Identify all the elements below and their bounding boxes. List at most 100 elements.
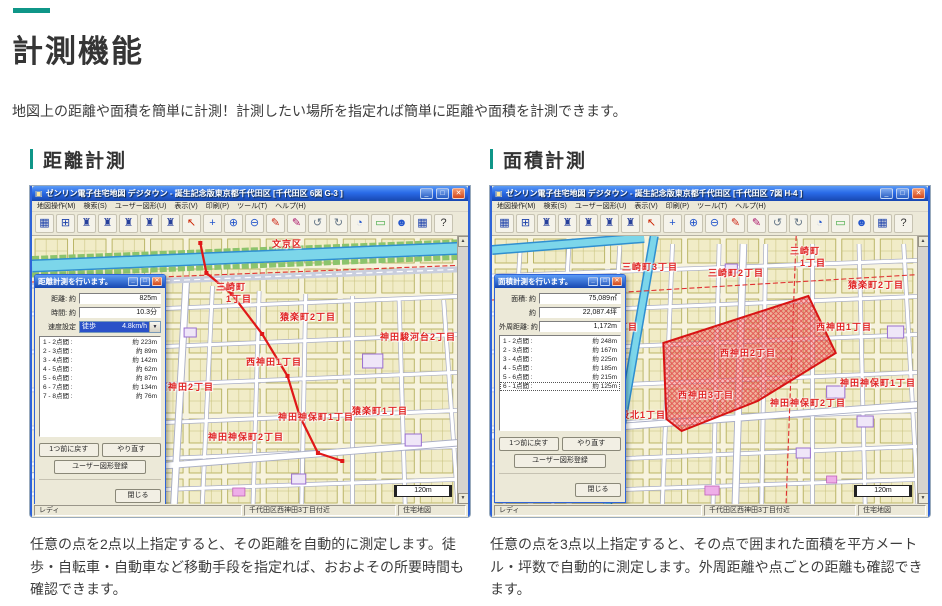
toolbar-icon[interactable]: ♜ (537, 214, 556, 233)
segment-row[interactable]: 5 - 6点間 : 約 215m (500, 373, 620, 382)
toolbar-icon[interactable]: ✎ (266, 214, 285, 233)
toolbar-icon[interactable]: ▦ (873, 214, 892, 233)
toolbar-icon[interactable]: ⊞ (56, 214, 75, 233)
undo-button[interactable]: 1つ前に戻す (39, 443, 99, 457)
vertical-scrollbar[interactable]: ▲ ▼ (457, 236, 468, 504)
toolbar-icon[interactable]: ✎ (747, 214, 766, 233)
toolbar-icon[interactable]: ↻ (789, 214, 808, 233)
dialog-titlebar[interactable]: 面積計測を行います。 _ □ ✕ (495, 275, 625, 288)
dialog-titlebar[interactable]: 距離計測を行います。 _ □ ✕ (35, 275, 165, 288)
dialog-minimize-button[interactable]: _ (128, 277, 138, 286)
minimize-button[interactable]: _ (420, 188, 433, 199)
dialog-close-button[interactable]: 閉じる (115, 489, 161, 503)
dialog-close-icon[interactable]: ✕ (612, 277, 622, 286)
segment-row[interactable]: 1 - 2点間 : 約 248m (500, 337, 620, 346)
menu-item[interactable]: 地図操作(M) (497, 201, 536, 211)
segment-row[interactable]: 5 - 6点間 : 約 87m (40, 374, 160, 383)
redo-button[interactable]: やり直す (102, 443, 162, 457)
scroll-up-icon[interactable]: ▲ (918, 236, 929, 247)
segment-row[interactable]: 3 - 4点間 : 約 142m (40, 356, 160, 365)
segment-row[interactable]: 6 - 1点間 : 約 125m (500, 382, 620, 391)
toolbar-icon[interactable]: ↻ (329, 214, 348, 233)
toolbar-icon[interactable]: ✎ (726, 214, 745, 233)
menu-item[interactable]: 地図操作(M) (37, 201, 76, 211)
toolbar-icon[interactable]: ✎ (287, 214, 306, 233)
dialog-maximize-button[interactable]: □ (140, 277, 150, 286)
segment-row[interactable]: 2 - 3点間 : 約 89m (40, 347, 160, 356)
toolbar-icon[interactable]: ☻ (852, 214, 871, 233)
toolbar-icon[interactable]: ♜ (140, 214, 159, 233)
scroll-up-icon[interactable]: ▲ (458, 236, 469, 247)
minimize-button[interactable]: _ (880, 188, 893, 199)
segment-list[interactable]: 1 - 2点間 : 約 248m 2 - 3点間 : 約 167m (499, 335, 621, 431)
dialog-maximize-button[interactable]: □ (600, 277, 610, 286)
register-figure-button[interactable]: ユーザー図形登録 (514, 454, 606, 468)
toolbar-icon[interactable]: ▭ (831, 214, 850, 233)
segment-row[interactable]: 2 - 3点間 : 約 167m (500, 346, 620, 355)
toolbar-icon[interactable]: ↖ (182, 214, 201, 233)
segment-row[interactable]: 4 - 5点間 : 約 62m (40, 365, 160, 374)
toolbar-icon[interactable]: ▦ (413, 214, 432, 233)
maximize-button[interactable]: □ (896, 188, 909, 199)
close-button[interactable]: ✕ (452, 188, 465, 199)
toolbar-icon[interactable]: + (203, 214, 222, 233)
menu-item[interactable]: ユーザー図形(U) (115, 201, 167, 211)
toolbar-icon[interactable]: ⊖ (245, 214, 264, 233)
menu-item[interactable]: ヘルプ(H) (735, 201, 766, 211)
toolbar-icon[interactable]: ♜ (621, 214, 640, 233)
toolbar-icon[interactable]: ↖ (642, 214, 661, 233)
menu-item[interactable]: 表示(V) (174, 201, 197, 211)
segment-row[interactable]: 6 - 7点間 : 約 134m (40, 383, 160, 392)
toolbar-icon[interactable]: ◔ (810, 214, 829, 233)
toolbar-icon[interactable]: ☻ (392, 214, 411, 233)
speed-select[interactable]: 徒歩 4.8km/h ▼ (79, 321, 161, 333)
close-button[interactable]: ✕ (912, 188, 925, 199)
toolbar-icon[interactable]: ♜ (119, 214, 138, 233)
dialog-close-button[interactable]: 閉じる (575, 483, 621, 497)
menu-item[interactable]: 検索(S) (544, 201, 567, 211)
segment-row[interactable]: 4 - 5点間 : 約 185m (500, 364, 620, 373)
segment-row[interactable]: 1 - 2点間 : 約 223m (40, 338, 160, 347)
scroll-down-icon[interactable]: ▼ (458, 493, 469, 504)
toolbar-icon[interactable]: ♜ (161, 214, 180, 233)
toolbar-icon[interactable]: ♜ (558, 214, 577, 233)
toolbar-icon[interactable]: ♜ (77, 214, 96, 233)
vertical-scrollbar[interactable]: ▲ ▼ (917, 236, 928, 504)
window-titlebar[interactable]: ▣ ゼンリン電子住宅地図 デジタウン - 誕生記念版東京都千代田区 [千代田区 … (492, 186, 928, 201)
maximize-button[interactable]: □ (436, 188, 449, 199)
toolbar-icon[interactable]: ⊕ (684, 214, 703, 233)
menu-item[interactable]: ユーザー図形(U) (575, 201, 627, 211)
toolbar-icon[interactable]: ↺ (768, 214, 787, 233)
menu-item[interactable]: 表示(V) (634, 201, 657, 211)
register-figure-button[interactable]: ユーザー図形登録 (54, 460, 146, 474)
toolbar-icon[interactable]: ▦ (35, 214, 54, 233)
segment-list[interactable]: 1 - 2点間 : 約 223m 2 - 3点間 : 約 89m (39, 336, 161, 437)
toolbar-icon[interactable]: ⊞ (516, 214, 535, 233)
dialog-minimize-button[interactable]: _ (588, 277, 598, 286)
segment-row[interactable]: 7 - 8点間 : 約 76m (40, 392, 160, 401)
toolbar-icon[interactable]: ? (894, 214, 913, 233)
toolbar-icon[interactable]: ↺ (308, 214, 327, 233)
menu-item[interactable]: 印刷(P) (666, 201, 689, 211)
toolbar-icon[interactable]: ? (434, 214, 453, 233)
toolbar-icon[interactable]: ♜ (600, 214, 619, 233)
toolbar-icon[interactable]: ♜ (579, 214, 598, 233)
toolbar-icon[interactable]: ▦ (495, 214, 514, 233)
toolbar-icon[interactable]: ♜ (98, 214, 117, 233)
chevron-down-icon[interactable]: ▼ (149, 322, 160, 332)
menu-item[interactable]: ツール(T) (237, 201, 267, 211)
toolbar-icon[interactable]: ⊕ (224, 214, 243, 233)
menu-item[interactable]: ヘルプ(H) (275, 201, 306, 211)
menu-item[interactable]: 印刷(P) (206, 201, 229, 211)
menu-item[interactable]: 検索(S) (84, 201, 107, 211)
window-titlebar[interactable]: ▣ ゼンリン電子住宅地図 デジタウン - 誕生記念版東京都千代田区 [千代田区 … (32, 186, 468, 201)
undo-button[interactable]: 1つ前に戻す (499, 437, 559, 451)
toolbar-icon[interactable]: ⊖ (705, 214, 724, 233)
redo-button[interactable]: やり直す (562, 437, 622, 451)
toolbar-icon[interactable]: + (663, 214, 682, 233)
dialog-close-icon[interactable]: ✕ (152, 277, 162, 286)
segment-row[interactable]: 3 - 4点間 : 約 225m (500, 355, 620, 364)
scroll-down-icon[interactable]: ▼ (918, 493, 929, 504)
menu-item[interactable]: ツール(T) (697, 201, 727, 211)
toolbar-icon[interactable]: ◔ (350, 214, 369, 233)
